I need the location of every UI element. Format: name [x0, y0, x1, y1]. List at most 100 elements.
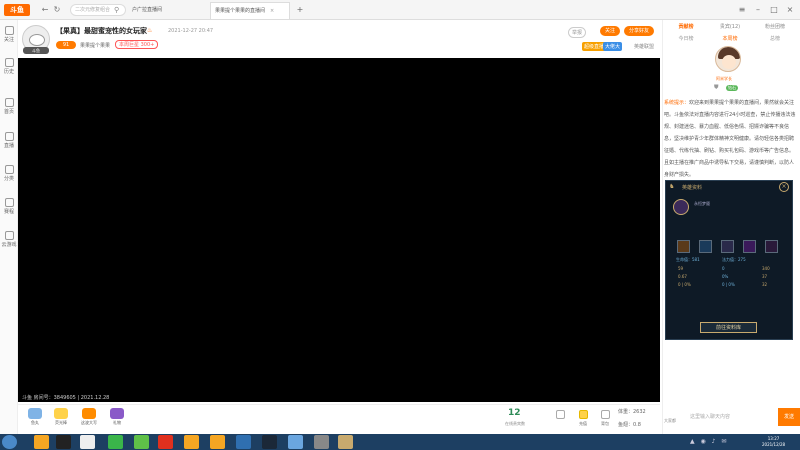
gift-more[interactable]: 礼物 [108, 408, 126, 426]
system-tray[interactable]: ▲ ◉ ♪ ✉ [690, 438, 728, 445]
streamer-name[interactable]: 果果提个果果 [80, 42, 110, 49]
tab-label: 果果提个果果的直播间 [215, 8, 266, 14]
coin-icon [578, 410, 588, 419]
left-sidebar [0, 20, 18, 434]
category-icon [4, 165, 14, 174]
chat-input[interactable]: 这里输入聊天内容 [690, 410, 780, 424]
network-icon[interactable] [288, 435, 303, 449]
gift-icon [555, 410, 565, 419]
maximize-icon[interactable]: □ [768, 4, 780, 16]
fishball-icon [28, 408, 42, 419]
video-player[interactable] [18, 58, 660, 402]
back-icon[interactable]: ← [40, 5, 50, 15]
game-icon[interactable] [134, 435, 149, 449]
netease-icon[interactable] [158, 435, 173, 449]
start-icon[interactable] [2, 435, 17, 449]
home-icon [4, 98, 14, 107]
penguin-icon[interactable] [80, 435, 95, 449]
sidebar-item-schedule[interactable]: 赛程 [0, 198, 18, 215]
tab-contribution[interactable]: 贡献榜 [664, 22, 708, 32]
douyu-icon[interactable] [184, 435, 199, 449]
gift-fishball[interactable]: 鱼丸 [26, 408, 44, 426]
live-icon [4, 132, 14, 141]
champion-library-button[interactable]: 前往资料库 [700, 322, 757, 333]
item-slot[interactable] [765, 240, 778, 253]
stat-value: 32 [762, 282, 768, 287]
sidebar-item-category[interactable]: 分类 [0, 165, 18, 182]
item-slot[interactable] [721, 240, 734, 253]
recharge-button[interactable]: 充值 [576, 410, 590, 427]
browser-icon[interactable] [34, 435, 49, 449]
menu-icon[interactable]: ≡ [736, 4, 748, 16]
chat-option[interactable]: 大家都 [664, 418, 676, 424]
top-fan-level: 钻石 [726, 85, 738, 91]
mana-stat: 法力值：275 [722, 257, 746, 262]
shield-icon: ⛊ [714, 84, 719, 91]
lol-icon[interactable] [338, 435, 353, 449]
stream-tag[interactable]: 大佬大 [603, 42, 623, 51]
clock-icon[interactable] [236, 435, 251, 449]
video-watermark: 斗鱼 房间号：3849605 | 2021.12.28 [22, 395, 110, 401]
stat-value: 0 [722, 266, 725, 271]
subtab-total[interactable]: 总榜 [752, 35, 798, 43]
clock-date: 2021/12/28 [762, 442, 786, 447]
close-icon[interactable]: × [784, 4, 796, 16]
tab-2[interactable]: 果果提个果果的直播间 × [210, 2, 290, 19]
clock-time: 13:27 [767, 436, 780, 441]
online-count: 12 [508, 408, 521, 418]
gift-glowstick[interactable]: 荧光棒 [52, 408, 70, 426]
stream-tag[interactable]: 英雄联盟 [634, 43, 654, 50]
new-tab-icon[interactable]: + [294, 4, 306, 16]
item-slot[interactable] [677, 240, 690, 253]
history-icon [4, 58, 14, 67]
send-button[interactable]: 发送 [778, 408, 800, 426]
champion-portrait [673, 199, 689, 215]
item-slot[interactable] [743, 240, 756, 253]
share-button[interactable]: 分享好友 [624, 26, 654, 36]
rank-badge[interactable]: 本周巨星 300+ [115, 40, 159, 49]
wechat-icon[interactable] [108, 435, 123, 449]
close-icon[interactable]: × [779, 182, 789, 192]
minimize-icon[interactable]: – [752, 4, 764, 16]
top-fan-name[interactable]: 阿米学长 [716, 76, 732, 82]
glowstick-icon [54, 408, 68, 419]
report-button[interactable]: 举报 [568, 27, 587, 38]
taskbar-clock[interactable]: 13:27 2021/12/28 [762, 436, 785, 448]
follow-button[interactable]: 关注 [600, 26, 620, 36]
stat-value: 340 [762, 266, 770, 271]
search-icon[interactable]: ⚲ [114, 5, 124, 15]
stat-value: 0 | 0% [722, 282, 735, 287]
panel-title: 英雄资料 [682, 185, 703, 191]
item-slot[interactable] [699, 240, 712, 253]
level-badge: 91 [56, 41, 76, 49]
gift-special[interactable]: 这波大写 [80, 408, 98, 426]
info-icon: ♞ [669, 183, 675, 190]
hp-stat: 生命值：581 [676, 257, 700, 262]
backpack-button[interactable]: 背包 [598, 410, 612, 427]
sidebar-item-history[interactable]: 历史 [0, 58, 18, 75]
sidebar-item-cloudgame[interactable]: 云游戏 [0, 231, 18, 248]
stat-value: 37 [762, 274, 768, 279]
subtab-week[interactable]: 本周榜 [708, 35, 752, 43]
stream-time: 2021-12-27 20:47 [168, 28, 214, 34]
qq-icon[interactable] [56, 435, 71, 449]
fishwing-value: 鱼翅：0.8 [618, 422, 641, 428]
douyu2-icon[interactable] [210, 435, 225, 449]
gift-shop-button[interactable] [553, 410, 567, 421]
sidebar-item-live[interactable]: 直播 [0, 132, 18, 149]
sidebar-item-follow[interactable]: 关注 [0, 26, 18, 43]
close-tab-icon[interactable]: × [270, 8, 274, 14]
system-text: 欢迎来到果果提个果果的直播间，果然就会关注吧。斗鱼依法对直播内容进行24小时巡查… [664, 100, 796, 178]
subtab-today[interactable]: 今日榜 [664, 35, 708, 43]
tab-fans[interactable]: 粉丝团榜 [752, 22, 798, 32]
douyu-logo[interactable]: 斗鱼 [4, 4, 30, 16]
tab-vip[interactable]: 贵宾(12) [708, 22, 752, 32]
tab-1[interactable]: 户广拉直播间 [128, 2, 208, 19]
top-fan-avatar[interactable] [715, 46, 741, 72]
backpack-icon [600, 410, 610, 419]
steam-icon[interactable] [262, 435, 277, 449]
refresh-icon[interactable]: ↻ [52, 5, 62, 15]
tool-icon[interactable] [314, 435, 329, 449]
sidebar-item-home[interactable]: 首页 [0, 98, 18, 115]
weight-value: 体重：2632 [618, 409, 646, 415]
